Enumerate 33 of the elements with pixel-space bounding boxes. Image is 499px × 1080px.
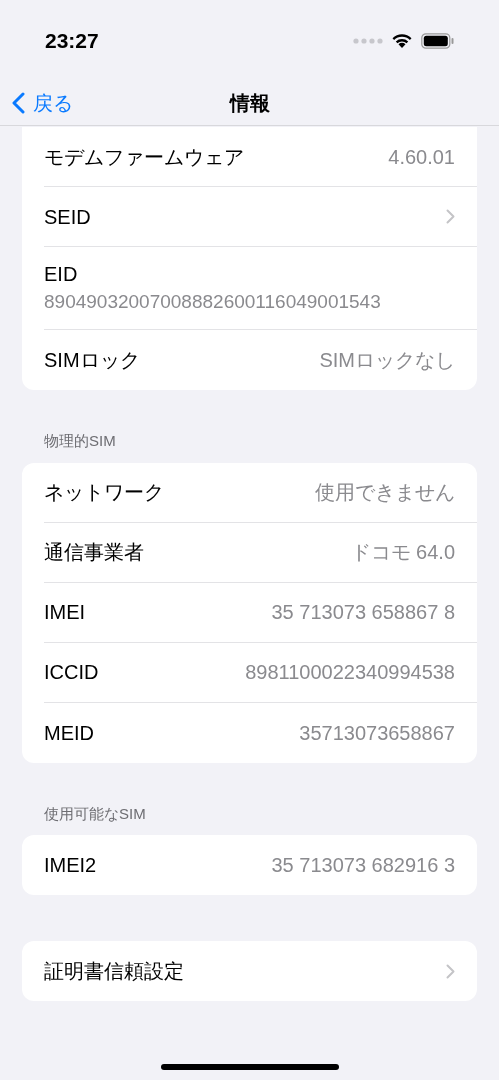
chevron-icon: [446, 209, 455, 224]
section-header: 使用可能なSIM: [43, 803, 147, 824]
row-label: モデムファームウェア: [44, 144, 244, 170]
row-value: 35713073658867: [299, 720, 455, 746]
row-value: ドコモ 64.0: [350, 540, 455, 565]
battery-icon: [421, 33, 454, 49]
row-value: 使用できません: [315, 480, 455, 505]
row-value: 8981100022340994538: [245, 660, 455, 685]
status-time: 23:27: [45, 28, 99, 55]
row-label: IMEI2: [44, 853, 97, 878]
section-header: 物理的SIM: [43, 431, 117, 451]
row-label: MEID: [44, 720, 94, 746]
settings-row[interactable]: SEID: [44, 187, 477, 247]
row-label: EID: [44, 262, 79, 287]
row-value: 89049032007008882600116049001543: [44, 290, 382, 314]
row-value: 4.60.01: [388, 144, 455, 170]
row-value: 35 713073 658867 8: [271, 600, 455, 625]
nav-title: 情報: [229, 90, 270, 116]
row-label: SIMロック: [44, 348, 140, 373]
row-label: IMEI: [44, 600, 86, 625]
chevron-icon: [446, 963, 455, 979]
row-value: 35 713073 682916 3: [271, 853, 455, 878]
row-label: SEID: [44, 204, 91, 230]
back-button[interactable]: 戻る: [0, 87, 73, 118]
settings-row[interactable]: 証明書信頼設定: [44, 941, 477, 1001]
row-label: ネットワーク: [44, 480, 164, 505]
wifi-icon: [391, 33, 413, 49]
row-value: SIMロックなし: [319, 348, 455, 373]
back-chevron-icon: [12, 91, 25, 114]
signal-icon: [353, 38, 383, 44]
row-label: ICCID: [44, 660, 99, 685]
row-label: 通信事業者: [44, 540, 144, 565]
row-label: 証明書信頼設定: [44, 959, 184, 984]
